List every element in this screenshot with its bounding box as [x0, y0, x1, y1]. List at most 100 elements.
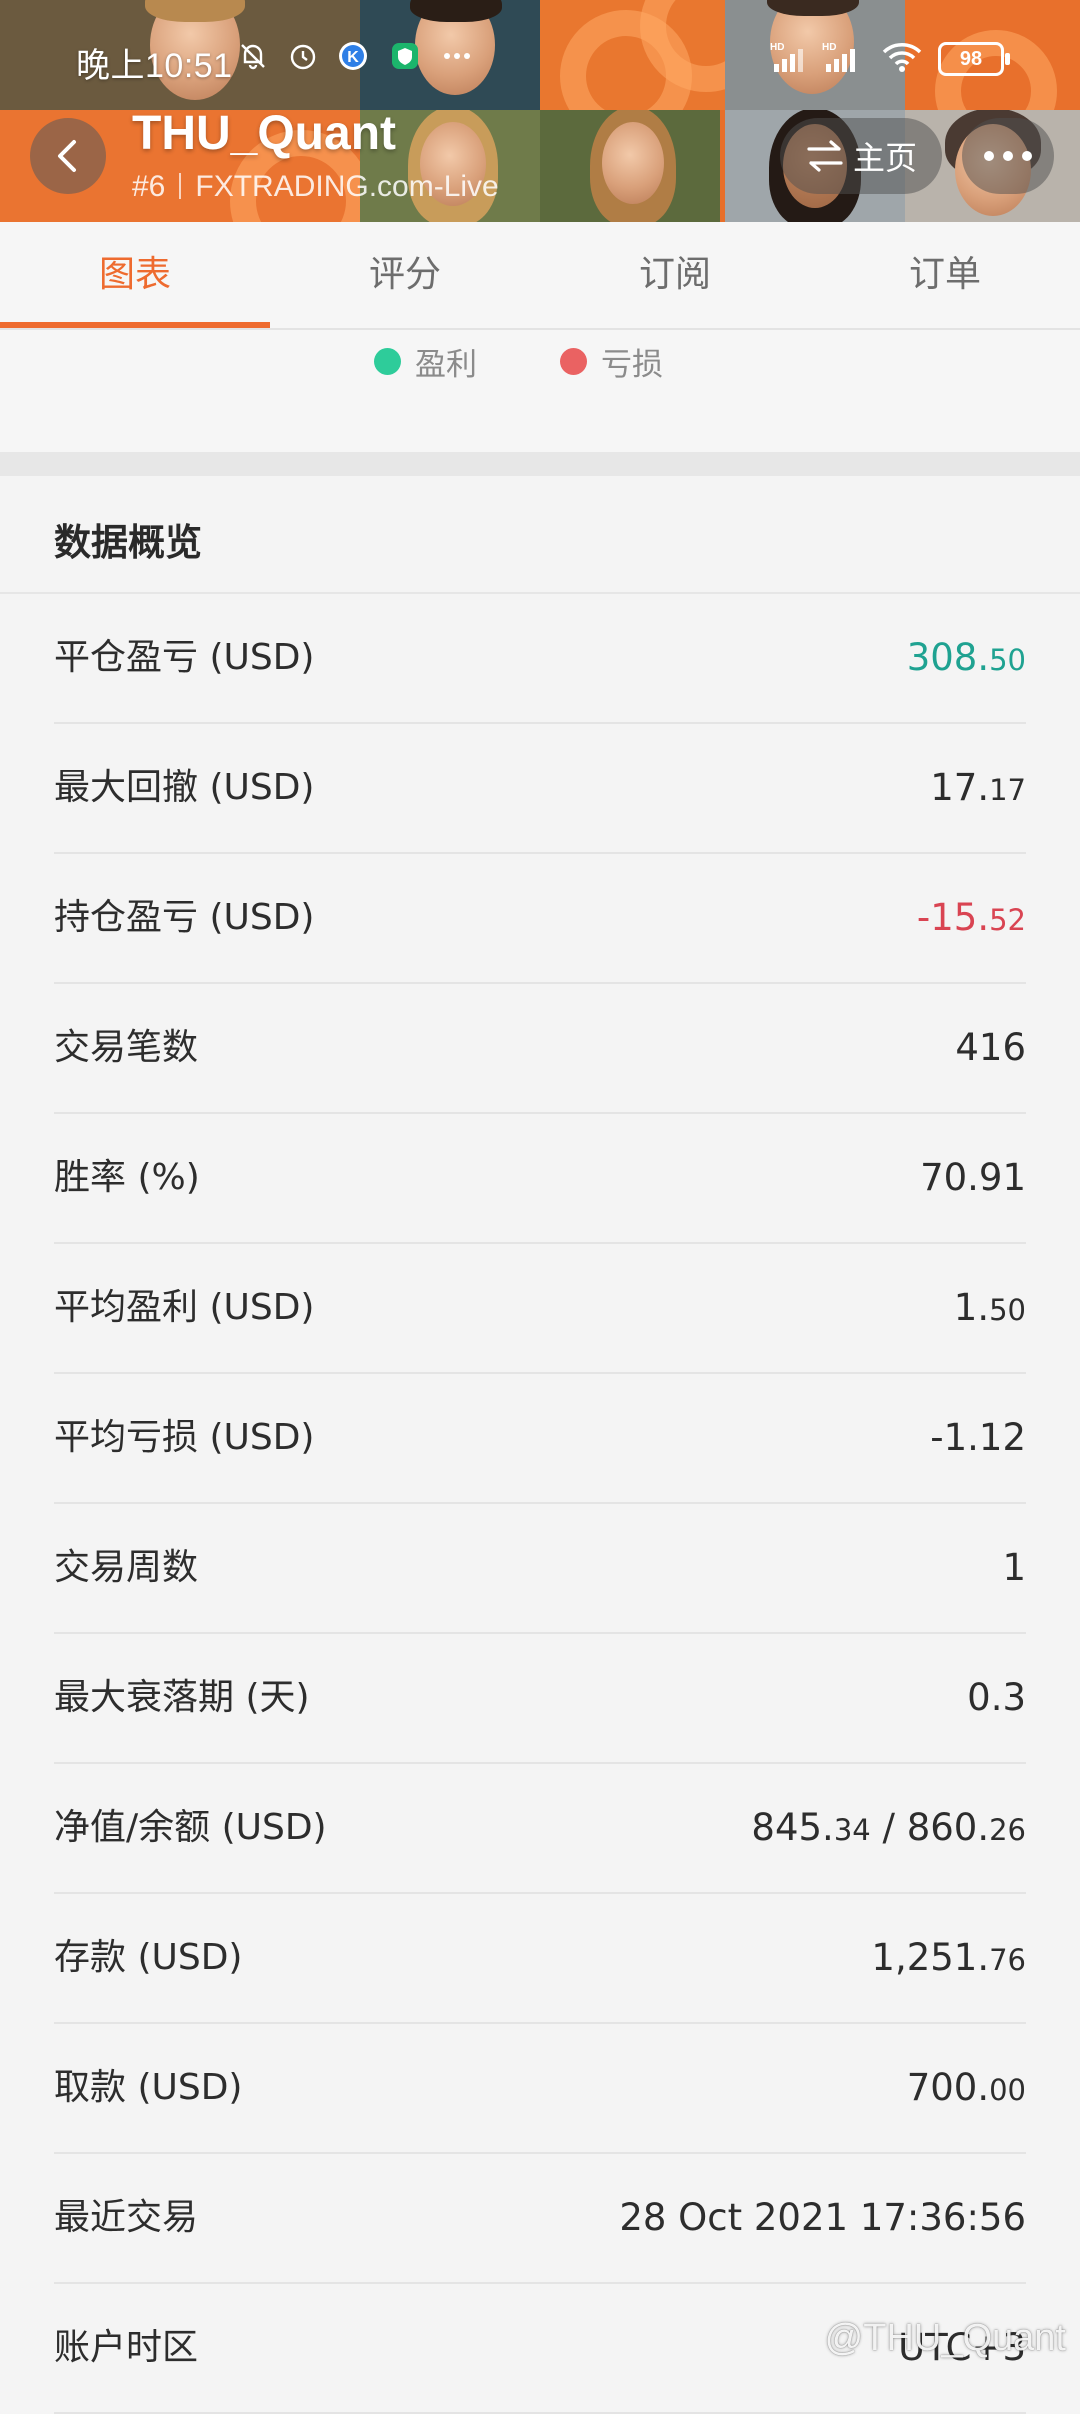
section-divider [0, 452, 1080, 476]
chart-legend: 盈利 亏损 [0, 330, 1080, 452]
stat-label: 存款 (USD) [54, 1937, 243, 1978]
stat-label: 最大回撤 (USD) [54, 767, 315, 808]
stat-value: 1,251.76 [871, 1894, 1026, 2024]
stat-value-int: 17. [930, 766, 990, 809]
header-photo-5 [540, 110, 720, 222]
chevron-left-icon [58, 140, 76, 172]
status-bar: 晚上10:51 K HD HD 98 [0, 0, 1080, 110]
stat-label: 取款 (USD) [54, 2067, 243, 2108]
shield-icon [388, 40, 422, 74]
stat-value-int: 1,251. [871, 1936, 990, 1979]
stat-value: 845.34 / 860.26 [751, 1764, 1026, 1894]
stat-label: 持仓盈亏 (USD) [54, 897, 315, 938]
tab-chart[interactable]: 图表 [0, 222, 270, 328]
overview-list: 平仓盈亏 (USD) 308.50 最大回撤 (USD) 17.17 持仓盈亏 … [0, 594, 1080, 2414]
stat-value-int: / 860. [870, 1806, 990, 1849]
stat-label: 净值/余额 (USD) [54, 1807, 327, 1848]
back-button[interactable] [30, 118, 106, 194]
stat-row-trade-weeks: 交易周数 1 [54, 1504, 1026, 1634]
stat-value-dec: 17 [989, 773, 1026, 807]
more-options-button[interactable] [962, 118, 1054, 194]
stat-value: 28 Oct 2021 17:36:56 [619, 2196, 1026, 2239]
stat-label: 平均亏损 (USD) [54, 1417, 315, 1458]
stat-row-avg-profit: 平均盈利 (USD) 1.50 [54, 1244, 1026, 1374]
more-dot-icon [1022, 151, 1032, 161]
stat-value-dec: 26 [989, 1813, 1026, 1847]
stat-label: 最近交易 [54, 2197, 199, 2238]
subtitle-divider [179, 173, 182, 199]
stat-value-int: 1. [953, 1286, 990, 1329]
stat-value-dec: 50 [989, 1293, 1026, 1327]
loss-dot-icon [560, 347, 587, 375]
tab-subscription[interactable]: 订阅 [540, 222, 810, 328]
svg-text:HD: HD [822, 42, 836, 53]
tab-rating[interactable]: 评分 [270, 222, 540, 328]
home-button-label: 主页 [852, 139, 917, 177]
active-tab-indicator [0, 322, 270, 328]
stat-value: 70.91 [920, 1156, 1026, 1199]
stat-value: 700.00 [907, 2024, 1026, 2154]
stat-row-deposit: 存款 (USD) 1,251.76 [54, 1894, 1026, 2024]
more-dot-icon [984, 151, 994, 161]
stat-value-int: 308. [906, 636, 990, 679]
stat-value: 0.3 [967, 1676, 1026, 1719]
stat-row-avg-loss: 平均亏损 (USD) -1.12 [54, 1374, 1026, 1504]
stat-row-trade-count: 交易笔数 416 [54, 984, 1026, 1114]
stat-value-int: 845. [751, 1806, 834, 1849]
k-app-icon: K [336, 40, 370, 74]
stat-row-open-pnl: 持仓盈亏 (USD) -15.52 [54, 854, 1026, 984]
status-time: 晚上10:51 [76, 47, 233, 85]
svg-text:K: K [347, 49, 359, 66]
overflow-dots-icon [440, 40, 474, 74]
stat-value-dec: 50 [989, 643, 1026, 677]
wifi-icon [880, 40, 924, 74]
stat-row-max-decline-period: 最大衰落期 (天) 0.3 [54, 1634, 1026, 1764]
stat-value: -1.12 [930, 1416, 1026, 1459]
svg-text:HD: HD [770, 42, 784, 53]
stat-label: 账户时区 [54, 2327, 199, 2368]
legend-loss-label: 亏损 [601, 346, 663, 383]
signal-icon-1: HD [768, 40, 812, 74]
signal-icon-2: HD [820, 40, 864, 74]
stat-value-int: 700. [906, 2066, 990, 2109]
broker-label: FXTRADING.com-Live [195, 170, 499, 203]
stat-value: 416 [955, 1026, 1026, 1069]
legend-loss: 亏损 [560, 336, 663, 386]
home-button[interactable]: 主页 [780, 118, 942, 194]
stat-row-win-rate: 胜率 (%) 70.91 [54, 1114, 1026, 1244]
account-subtitle: #6 FXTRADING.com-Live [132, 170, 499, 204]
stat-label: 交易周数 [54, 1547, 199, 1588]
switch-icon [807, 140, 843, 172]
watermark: @THU_Quant [824, 2317, 1066, 2359]
battery-indicator: 98 [938, 42, 1010, 76]
data-overview-section: 数据概览 平仓盈亏 (USD) 308.50 最大回撤 (USD) 17.17 … [0, 476, 1080, 2414]
legend-profit-label: 盈利 [415, 346, 477, 383]
stat-value-dec: 00 [989, 2073, 1026, 2107]
stat-value-int: -15. [916, 896, 990, 939]
stat-value: 1 [1002, 1546, 1026, 1589]
account-title: THU_Quant [132, 107, 396, 160]
stat-row-last-trade: 最近交易 28 Oct 2021 17:36:56 [54, 2154, 1026, 2284]
stat-value-dec: 34 [833, 1813, 871, 1847]
stat-value: -15.52 [917, 854, 1026, 984]
stat-row-withdrawal: 取款 (USD) 700.00 [54, 2024, 1026, 2154]
stat-label: 交易笔数 [54, 1027, 199, 1068]
stat-value: 1.50 [954, 1244, 1026, 1374]
stat-label: 平均盈利 (USD) [54, 1287, 315, 1328]
stat-value-dec: 76 [989, 1943, 1026, 1977]
more-dot-icon [1003, 151, 1013, 161]
profile-header: 晚上10:51 K HD HD 98 THU_Quant #6 FXTRADIN… [0, 0, 1080, 222]
tab-orders[interactable]: 订单 [810, 222, 1080, 328]
section-title: 数据概览 [54, 521, 202, 564]
stat-row-equity-balance: 净值/余额 (USD) 845.34 / 860.26 [54, 1764, 1026, 1894]
legend-profit: 盈利 [374, 336, 477, 386]
rank-label: #6 [132, 170, 166, 203]
notification-off-icon [236, 40, 270, 74]
stat-value-dec: 52 [989, 903, 1026, 937]
stat-label: 胜率 (%) [54, 1157, 200, 1198]
stat-label: 最大衰落期 (天) [54, 1677, 310, 1718]
stat-row-max-drawdown: 最大回撤 (USD) 17.17 [54, 724, 1026, 854]
stat-value: 308.50 [907, 594, 1026, 724]
alarm-icon [286, 40, 320, 74]
tab-bar: 图表 评分 订阅 订单 [0, 222, 1080, 330]
